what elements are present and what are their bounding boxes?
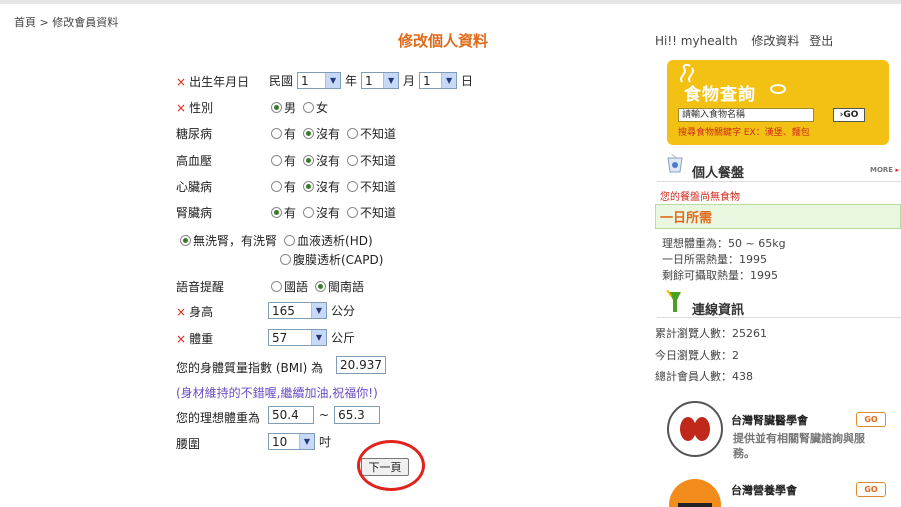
kidney-option-no[interactable]: 沒有	[303, 204, 340, 221]
voice-option-taiwanese[interactable]: 閩南語	[315, 278, 364, 295]
heart-option-unknown[interactable]: 不知道	[347, 178, 396, 195]
diabetes-option-no[interactable]: 沒有	[303, 125, 340, 142]
waist-controls: 10 ▼ 吋	[268, 433, 331, 450]
diabetes-option-yes[interactable]: 有	[271, 125, 296, 142]
daily-calories: 一日所需熱量：1995	[662, 253, 767, 266]
food-search-go-button[interactable]: › GO	[833, 108, 865, 122]
meal-more-link[interactable]: MORE ▸	[870, 166, 899, 174]
dialysis-radio-group: 無洗腎，有洗腎 血液透析(HD)	[180, 232, 380, 249]
chevron-down-icon: ▼	[299, 434, 314, 449]
kidney-option-yes[interactable]: 有	[271, 204, 296, 221]
kidney-society-logo	[667, 401, 723, 457]
weight-select[interactable]: 57 ▼	[268, 329, 327, 346]
birth-day-select[interactable]: 1 ▼	[419, 72, 458, 89]
birth-year-select[interactable]: 1 ▼	[297, 72, 342, 89]
logout-link[interactable]: 登出	[809, 34, 833, 48]
kidney-disease-label: 腎臟病	[176, 206, 213, 220]
today-visitors: 今日瀏覽人數：2	[655, 349, 739, 362]
food-search-hint: 搜尋食物關鍵字 EX：漢堡、麵包	[678, 128, 810, 138]
heart-option-yes[interactable]: 有	[271, 178, 296, 195]
daily-needs-title: 一日所需	[660, 211, 713, 226]
divider	[657, 181, 901, 182]
chevron-down-icon: ▼	[311, 303, 326, 318]
daily-ideal-weight: 理想體重為：50 ~ 65kg	[662, 237, 786, 250]
voice-reminder-label: 語音提醒	[176, 280, 225, 294]
hypertension-option-unknown[interactable]: 不知道	[347, 152, 396, 169]
stats-section-title: 連線資訊	[692, 303, 745, 318]
height-select[interactable]: 165 ▼	[268, 302, 327, 319]
breadcrumb-home[interactable]: 首頁	[14, 16, 36, 29]
chevron-down-icon: ▼	[311, 330, 326, 345]
height-label: × 身高	[176, 305, 214, 319]
weight-controls: 57 ▼ 公斤	[268, 329, 355, 346]
hypertension-radio-group: 有 沒有 不知道	[271, 152, 403, 169]
bmi-label: 您的身體質量指數 (BMI) 為	[176, 361, 324, 375]
hypertension-label: 高血壓	[176, 154, 213, 168]
meal-section-title: 個人餐盤	[692, 166, 745, 181]
kidney-radio-group: 有 沒有 不知道	[271, 204, 403, 221]
height-controls: 165 ▼ 公分	[268, 302, 355, 319]
gender-option-female[interactable]: 女	[303, 99, 328, 116]
gender-label: × 性別	[176, 101, 214, 115]
ideal-weight-label: 您的理想體重為	[176, 411, 261, 425]
dialysis-option-capd[interactable]: 腹膜透析(CAPD)	[280, 251, 383, 268]
partner-name-nutrition[interactable]: 台灣營養學會	[731, 482, 797, 498]
ideal-weight-range: 50.4 ~ 65.3	[268, 406, 381, 424]
cup-icon	[667, 153, 683, 173]
partner-desc-kidney: 提供並有相關腎臟諮詢與服務。	[733, 432, 865, 460]
bmi-note: (身材維持的不錯喔,繼續加油,祝福你!)	[176, 386, 378, 400]
ideal-weight-min-field[interactable]: 50.4	[268, 406, 314, 424]
chevron-down-icon: ▼	[383, 73, 399, 88]
ideal-weight-max-field[interactable]: 65.3	[334, 406, 381, 424]
breadcrumb: 首頁 > 修改會員資料	[14, 16, 119, 29]
greeting: Hi!! myhealth	[655, 34, 738, 48]
partner-go-button-kidney[interactable]: GO	[856, 412, 886, 427]
divider	[657, 317, 901, 318]
bmi-value-field[interactable]: 20.937	[336, 356, 386, 374]
member-count: 總計會員人數：438	[655, 370, 753, 383]
heart-disease-label: 心臟病	[176, 180, 213, 194]
page-title: 修改個人資料	[398, 32, 489, 50]
waist-label: 腰圍	[176, 437, 201, 451]
partner-go-button-nutrition[interactable]: GO	[856, 482, 886, 497]
daily-remaining-calories: 剩餘可攝取熱量：1995	[662, 269, 778, 282]
diabetes-label: 糖尿病	[176, 127, 213, 141]
user-bar: Hi!! myhealth 修改資料 登出	[655, 32, 833, 49]
voice-option-mandarin[interactable]: 國語	[271, 278, 308, 295]
gender-radio-group: 男 女	[271, 99, 335, 116]
birth-month-select[interactable]: 1 ▼	[361, 72, 400, 89]
dialysis-option-hd[interactable]: 血液透析(HD)	[284, 232, 373, 249]
breadcrumb-current: 修改會員資料	[52, 16, 119, 29]
nutrition-society-logo	[669, 479, 721, 507]
top-border	[0, 0, 901, 4]
flashlight-icon	[666, 290, 681, 312]
birthday-label: × 出生年月日	[176, 75, 250, 89]
chevron-down-icon: ▼	[441, 73, 457, 88]
total-visitors: 累計瀏覽人數：25261	[655, 327, 767, 340]
food-search-input[interactable]: 請輸入食物名稱	[678, 108, 814, 122]
meal-empty-text: 您的餐盤尚無食物	[660, 192, 740, 203]
edit-profile-link[interactable]: 修改資料	[751, 34, 799, 48]
voice-radio-group: 國語 閩南語	[271, 278, 371, 295]
dialysis-option-none[interactable]: 無洗腎，有洗腎	[180, 232, 277, 249]
partner-name-kidney[interactable]: 台灣腎臟醫學會	[731, 412, 808, 428]
diabetes-option-unknown[interactable]: 不知道	[347, 125, 396, 142]
chevron-down-icon: ▼	[325, 73, 341, 88]
heart-option-no[interactable]: 沒有	[303, 178, 340, 195]
food-search-title: 食物查詢	[684, 85, 756, 105]
highlight-circle	[357, 440, 425, 491]
diabetes-radio-group: 有 沒有 不知道	[271, 125, 403, 142]
hypertension-option-yes[interactable]: 有	[271, 152, 296, 169]
leaf-icon	[770, 84, 786, 94]
heart-radio-group: 有 沒有 不知道	[271, 178, 403, 195]
weight-label: × 體重	[176, 332, 214, 346]
waist-select[interactable]: 10 ▼	[268, 433, 315, 450]
gender-option-male[interactable]: 男	[271, 99, 296, 116]
birthday-controls: 民國 1 ▼ 年 1 ▼ 月 1 ▼ 日	[269, 72, 474, 89]
kidney-option-unknown[interactable]: 不知道	[347, 204, 396, 221]
hypertension-option-no[interactable]: 沒有	[303, 152, 340, 169]
